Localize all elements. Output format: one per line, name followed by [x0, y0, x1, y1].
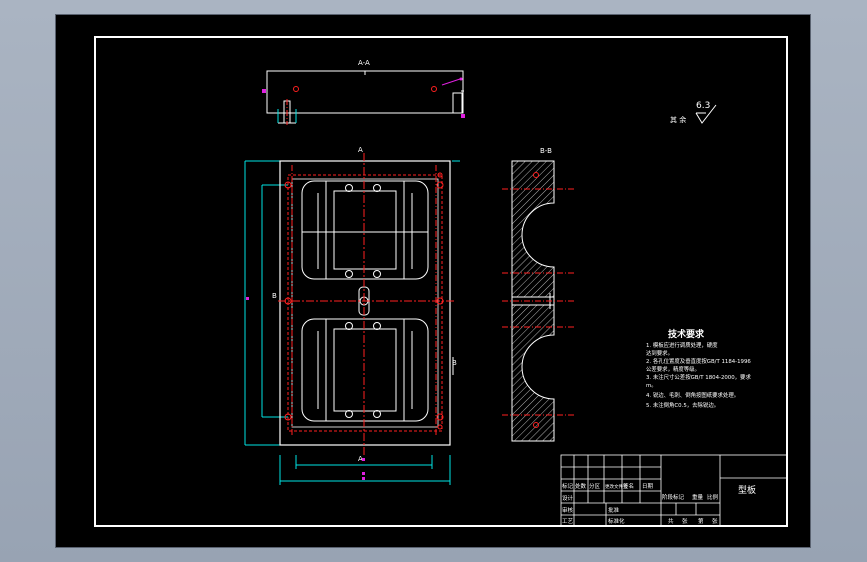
title-bottom-label: 张 [682, 517, 688, 525]
tech-req-item: 4. 锐边、毛刺、倒角按图纸要求处理。 [646, 391, 739, 399]
title-sub-label: 比例 [707, 493, 719, 501]
section-label-side: B-B [540, 147, 552, 155]
roughness-value: 6.3 [696, 101, 710, 111]
tech-requirements: 技术要求 1. 模板应进行调质处理，硬度 达到要求。 2. 各孔位置度及垂直度按… [646, 328, 751, 409]
top-view-dim-marker [262, 89, 266, 93]
title-sub-label: 重量 [692, 493, 704, 501]
upper-cavity [301, 180, 429, 280]
section-label-top: A-A [358, 59, 370, 67]
tech-req-item: 3. 未注尺寸公差按GB/T 1804-2000，要求 [646, 373, 751, 381]
surface-roughness-symbol: 其 余 6.3 [670, 101, 717, 124]
cut-marker-b: B [272, 292, 277, 300]
title-row-label: 工艺 [562, 518, 574, 525]
plate-inner-groove [287, 174, 443, 432]
top-section-view: A-A [262, 59, 465, 125]
tech-req-item: 2. 各孔位置度及垂直度按GB/T 1184-1996 [646, 357, 751, 365]
top-view-dim-marker [461, 114, 465, 118]
lower-cavity [301, 318, 429, 422]
top-view-hole [431, 86, 437, 92]
tech-req-item: 1. 模板应进行调质处理，硬度 [646, 341, 718, 349]
top-view-outline [266, 70, 464, 114]
tech-req-heading: 技术要求 [668, 328, 705, 340]
cad-viewport[interactable]: A-A A A B B B-B 其 余 6.3 技术要求 1. 模板应进行调质处… [55, 14, 811, 548]
tech-req-item: 达到要求。 [646, 349, 673, 357]
roughness-prefix: 其 余 [670, 115, 686, 124]
title-bottom-label: 共 [668, 517, 674, 525]
part-name: 型板 [738, 484, 756, 496]
side-section-upper [511, 160, 555, 298]
tech-req-item: 公差要求，精度等级。 [646, 365, 700, 373]
title-col-label: 签名 [623, 482, 634, 490]
title-bottom-label: 第 [698, 517, 704, 525]
top-view-hole [293, 86, 299, 92]
title-bottom-label: 批准 [608, 506, 620, 514]
plate-outline [279, 160, 451, 446]
title-bottom-label: 张 [712, 517, 718, 525]
title-col-label: 分区 [589, 482, 601, 490]
mold-plate-drawing: A-A A A B B B-B 其 余 6.3 技术要求 1. 模板应进行调质处… [94, 36, 788, 527]
side-section-view: B-B [502, 147, 576, 442]
title-sub-label: 标准化 [608, 517, 625, 525]
cut-marker-a: A [358, 146, 363, 154]
outer-frame [94, 36, 788, 527]
title-row-label: 设计 [562, 494, 574, 502]
title-row-label: 标记 [562, 482, 574, 490]
title-row-label: 审核 [562, 506, 574, 514]
title-col-label: 处数 [575, 482, 587, 490]
title-sub-label: 阶段标记 [662, 493, 685, 501]
tech-req-item: 5. 未注倒角C0.5，去除锐边。 [646, 401, 719, 409]
title-col-label: 日期 [642, 483, 654, 490]
front-view: A A B B [244, 146, 460, 485]
tech-req-item: m。 [646, 383, 657, 389]
side-section-lower [511, 304, 555, 442]
